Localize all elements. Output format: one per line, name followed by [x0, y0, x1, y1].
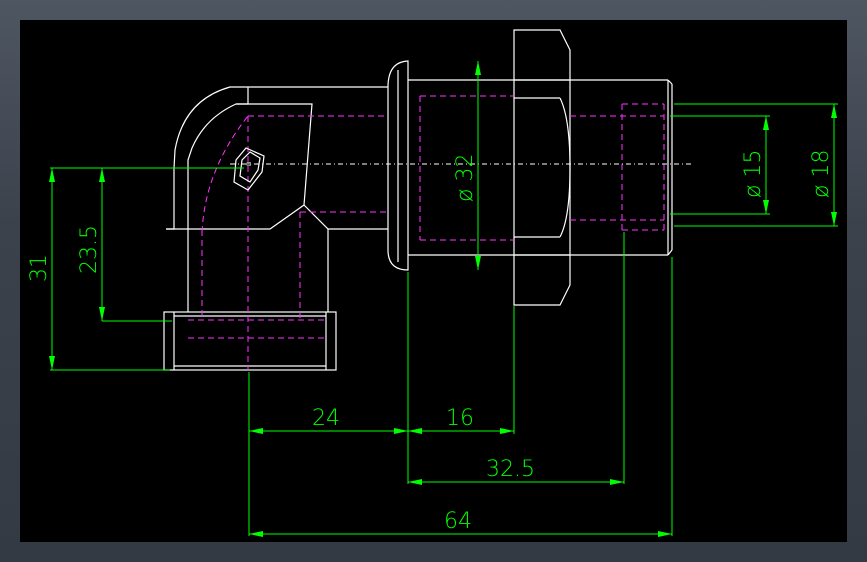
dim-center-height: 23.5 — [77, 225, 102, 274]
dim-bore-length: 32.5 — [486, 457, 535, 482]
dim-overall-height: 31 — [27, 254, 52, 282]
dim-nut-diameter: ø 32 — [453, 154, 478, 202]
hidden-lines — [188, 95, 665, 370]
dim-inner-diameter: ø 15 — [741, 150, 766, 198]
mark-icon: ≡ — [233, 147, 265, 191]
dim-overall-length: 64 — [444, 509, 472, 534]
dim-elbow-offset: 24 — [312, 406, 340, 431]
tailpiece-outline — [408, 79, 673, 256]
dim-outer-diameter: ø 18 — [809, 150, 834, 198]
window-frame: ≡ 31 23.5 ø 32 ø 15 ø 18 24 16 32.5 64 — [0, 0, 867, 562]
dim-nut-length: 16 — [446, 406, 474, 431]
drawing-viewport[interactable]: ≡ 31 23.5 ø 32 ø 15 ø 18 24 16 32.5 64 — [20, 20, 847, 542]
elbow-socket-outline — [163, 311, 337, 371]
cad-drawing: ≡ 31 23.5 ø 32 ø 15 ø 18 24 16 32.5 64 — [27, 29, 838, 537]
dimension-lines — [49, 61, 838, 537]
elbow-body-outline — [166, 86, 388, 312]
svg-text:≡: ≡ — [246, 160, 252, 168]
